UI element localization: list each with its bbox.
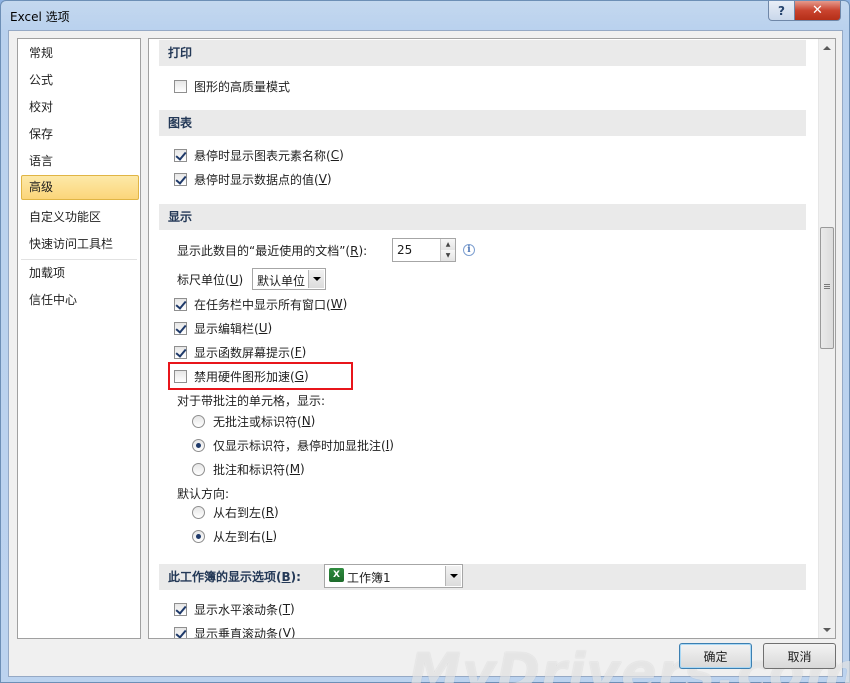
vertical-scrollbar[interactable] — [818, 39, 835, 638]
dropdown-arrow-icon[interactable] — [445, 566, 461, 586]
close-button[interactable]: ✕ — [794, 1, 841, 21]
window-title: Excel 选项 — [10, 10, 70, 24]
checkbox[interactable] — [174, 369, 187, 383]
help-button[interactable]: ? — [768, 1, 795, 21]
scroll-up-arrow-icon[interactable] — [819, 39, 835, 56]
option-hover-data-values[interactable]: 悬停时显示数据点的值(V) — [174, 169, 332, 189]
scrollbar-thumb[interactable] — [820, 227, 834, 349]
nav-item-quick-access-toolbar[interactable]: 快速访问工具栏 — [21, 232, 139, 257]
section-header-display: 显示 — [159, 204, 806, 230]
section-header-chart: 图表 — [159, 110, 806, 136]
option-taskbar-windows[interactable]: 在任务栏中显示所有窗口(W) — [174, 294, 347, 314]
excel-workbook-icon: X — [329, 568, 344, 582]
dropdown-arrow-icon[interactable] — [308, 270, 324, 288]
category-nav: 常规 公式 校对 保存 语言 高级 自定义功能区 快速访问工具栏 加载项 信任中… — [17, 38, 141, 639]
title-bar[interactable]: Excel 选项 ? ✕ — [1, 1, 849, 31]
grip-line — [824, 286, 830, 287]
checkbox[interactable] — [174, 79, 187, 93]
option-label: 图形的高质量模式 — [194, 79, 291, 94]
recent-docs-spinner[interactable]: 25 ▲ ▼ — [392, 238, 456, 262]
radio-button[interactable] — [192, 505, 205, 519]
option-function-screentips[interactable]: 显示函数屏幕提示(F) — [174, 342, 306, 362]
cancel-button[interactable]: 取消 — [763, 643, 836, 669]
dialog-client-area: 常规 公式 校对 保存 语言 高级 自定义功能区 快速访问工具栏 加载项 信任中… — [8, 30, 850, 683]
workbook-dropdown[interactable]: X 工作簿1 — [324, 564, 463, 588]
ruler-units-dropdown[interactable]: 默认单位 — [252, 268, 326, 290]
nav-item-save[interactable]: 保存 — [21, 122, 139, 147]
nav-item-general[interactable]: 常规 — [21, 41, 139, 66]
section-header-print: 打印 — [159, 40, 806, 66]
nav-item-trust-center[interactable]: 信任中心 — [21, 288, 139, 313]
spinner-buttons: ▲ ▼ — [440, 239, 455, 261]
recent-docs-label: 显示此数目的“最近使用的文档”(R): — [177, 244, 368, 258]
option-formula-bar[interactable]: 显示编辑栏(U) — [174, 318, 272, 338]
nav-item-add-ins[interactable]: 加载项 — [21, 261, 139, 286]
checkbox[interactable] — [174, 321, 187, 335]
info-icon[interactable]: i — [463, 244, 475, 256]
radio-comments-and-indicators[interactable]: 批注和标识符(M) — [192, 459, 305, 479]
nav-item-proofing[interactable]: 校对 — [21, 95, 139, 120]
option-vertical-scrollbar[interactable]: 显示垂直滚动条(V) — [174, 623, 296, 638]
option-horizontal-scrollbar[interactable]: 显示水平滚动条(T) — [174, 599, 295, 619]
checkbox[interactable] — [174, 345, 187, 359]
radio-no-comments[interactable]: 无批注或标识符(N) — [192, 411, 315, 431]
checkbox[interactable] — [174, 602, 187, 616]
nav-item-customize-ribbon[interactable]: 自定义功能区 — [21, 205, 139, 230]
default-direction-label: 默认方向: — [177, 487, 230, 501]
excel-options-window: Excel 选项 ? ✕ 常规 公式 校对 保存 语言 高级 自定义功能区 快速… — [0, 0, 850, 683]
checkbox[interactable] — [174, 148, 187, 162]
checkbox[interactable] — [174, 626, 187, 638]
nav-item-advanced[interactable]: 高级 — [21, 175, 139, 200]
section-header-workbook: 此工作簿的显示选项(B): — [159, 564, 806, 590]
radio-button[interactable] — [192, 414, 205, 428]
radio-indicators-only[interactable]: 仅显示标识符，悬停时加显批注(I) — [192, 435, 394, 455]
checkbox[interactable] — [174, 172, 187, 186]
ok-button[interactable]: 确定 — [679, 643, 752, 669]
options-panel[interactable]: 打印 图形的高质量模式 图表 悬停时显示图表元素名称(C) 悬停时显示数据点的值… — [148, 38, 836, 639]
option-hq-graphics[interactable]: 图形的高质量模式 — [174, 76, 290, 96]
nav-divider — [21, 259, 137, 260]
spin-up-icon[interactable]: ▲ — [441, 239, 455, 250]
grip-line — [824, 288, 830, 289]
ruler-units-label: 标尺单位(U) — [177, 273, 244, 287]
nav-item-language[interactable]: 语言 — [21, 149, 139, 174]
recent-docs-value[interactable]: 25 — [397, 243, 412, 257]
radio-right-to-left[interactable]: 从右到左(R) — [192, 502, 279, 522]
spin-down-icon[interactable]: ▼ — [441, 250, 455, 261]
scroll-down-arrow-icon[interactable] — [819, 621, 835, 638]
grip-line — [824, 284, 830, 285]
radio-button[interactable] — [192, 462, 205, 476]
nav-item-formulas[interactable]: 公式 — [21, 68, 139, 93]
comments-display-label: 对于带批注的单元格，显示: — [177, 394, 326, 408]
radio-button[interactable] — [192, 529, 205, 543]
option-hover-element-names[interactable]: 悬停时显示图表元素名称(C) — [174, 145, 344, 165]
radio-button[interactable] — [192, 438, 205, 452]
radio-left-to-right[interactable]: 从左到右(L) — [192, 526, 277, 546]
checkbox[interactable] — [174, 297, 187, 311]
option-disable-hw-acceleration[interactable]: 禁用硬件图形加速(G) — [174, 366, 309, 386]
